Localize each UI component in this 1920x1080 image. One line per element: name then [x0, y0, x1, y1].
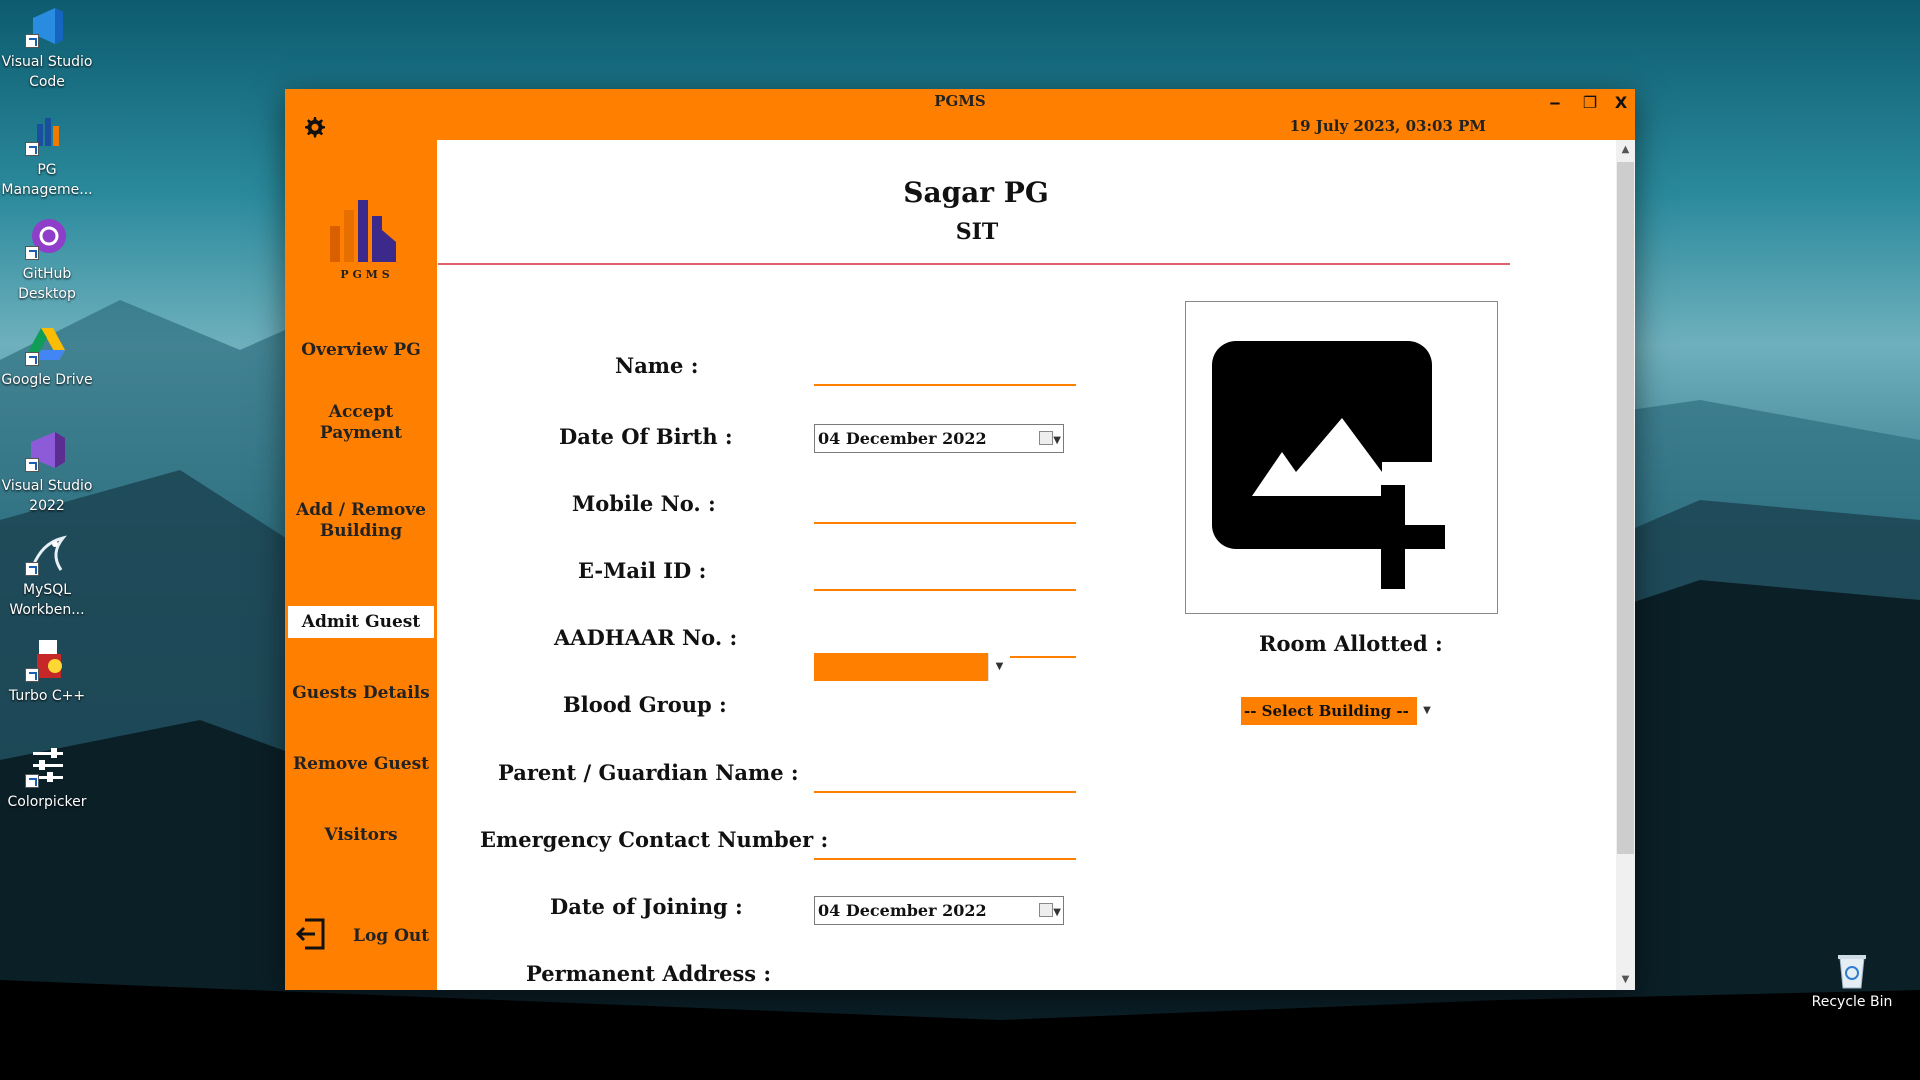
- sidebar-item-remove-guest[interactable]: Remove Guest: [288, 754, 434, 775]
- parent-guardian-label: Parent / Guardian Name :: [498, 760, 799, 785]
- scroll-up-icon[interactable]: ▲: [1616, 140, 1635, 160]
- mobile-input[interactable]: [814, 522, 1076, 524]
- name-input[interactable]: [814, 384, 1076, 386]
- recycle-bin-icon: [1838, 955, 1866, 989]
- desktop-icon-label: Turbo C++: [8, 688, 86, 704]
- sidebar: P G M S Overview PG Accept Payment Add /…: [285, 140, 437, 990]
- logout-icon: [295, 918, 325, 950]
- desktop-icon-colorpicker[interactable]: Colorpicker: [0, 744, 94, 812]
- room-allotted-label: Room Allotted :: [1259, 631, 1443, 656]
- desktop-icon-label: Google Drive: [1, 372, 93, 388]
- sidebar-item-admit-guest[interactable]: Admit Guest: [288, 606, 434, 638]
- desktop-icon-label: Visual Studio 2022: [1, 478, 93, 514]
- visual-studio-icon: [25, 428, 69, 472]
- svg-text:P G M S: P G M S: [340, 268, 389, 281]
- aadhaar-label: AADHAAR No. :: [554, 625, 738, 650]
- doj-value: 04 December 2022: [818, 901, 987, 920]
- logout-label: Log Out: [353, 926, 430, 946]
- sidebar-item-overview-pg[interactable]: Overview PG: [288, 340, 434, 361]
- dob-value: 04 December 2022: [818, 429, 987, 448]
- sidebar-item-add-remove-building[interactable]: Add / Remove Building: [288, 500, 434, 542]
- colorpicker-icon: [25, 744, 69, 788]
- sidebar-item-accept-payment[interactable]: Accept Payment: [288, 402, 434, 444]
- mysql-workbench-icon: [25, 532, 69, 576]
- name-label: Name :: [615, 353, 699, 378]
- scrollbar-thumb[interactable]: [1617, 162, 1634, 854]
- sidebar-item-guests-details[interactable]: Guests Details: [288, 683, 434, 704]
- pg-management-icon: [25, 112, 69, 156]
- permanent-address-label: Permanent Address :: [526, 961, 772, 986]
- chevron-down-icon: ▼: [1053, 435, 1061, 446]
- logout-button[interactable]: Log Out: [293, 917, 433, 957]
- vertical-scrollbar[interactable]: ▲ ▼: [1616, 140, 1635, 990]
- desktop-icon-vscode[interactable]: Visual Studio Code: [0, 4, 94, 92]
- google-drive-icon: [25, 322, 69, 366]
- gear-icon[interactable]: [302, 115, 326, 139]
- add-photo-icon: [1212, 341, 1502, 589]
- select-building-dropdown[interactable]: -- Select Building -- ▼: [1241, 697, 1437, 725]
- window-title: PGMS: [934, 92, 986, 110]
- doj-label: Date of Joining :: [550, 894, 743, 919]
- vscode-icon: [25, 4, 69, 48]
- desktop-icon-turbo-cpp[interactable]: Turbo C++: [0, 638, 94, 706]
- emergency-contact-label: Emergency Contact Number :: [480, 827, 829, 852]
- admit-guest-panel: Sagar PG SIT Name : Date Of Birth : 04 D…: [437, 140, 1635, 990]
- guest-photo-upload[interactable]: [1185, 301, 1502, 614]
- chevron-down-icon: ▼: [1053, 907, 1061, 918]
- pgms-logo: P G M S: [330, 200, 396, 281]
- desktop-icon-label: MySQL Workben...: [9, 582, 85, 618]
- close-button[interactable]: X: [1606, 91, 1636, 115]
- desktop-icon-visual-studio[interactable]: Visual Studio 2022: [0, 428, 94, 516]
- desktop-icon-mysql[interactable]: MySQL Workben...: [0, 532, 94, 620]
- chevron-down-icon: ▼: [988, 653, 1010, 681]
- minimize-button[interactable]: ‒: [1540, 91, 1570, 115]
- mobile-label: Mobile No. :: [572, 491, 716, 516]
- desktop-icon-recycle-bin[interactable]: Recycle Bin: [1807, 950, 1897, 1010]
- sidebar-item-visitors[interactable]: Visitors: [288, 825, 434, 846]
- desktop-icon-github[interactable]: GitHub Desktop: [0, 216, 94, 304]
- github-desktop-icon: [25, 216, 69, 260]
- title-bar[interactable]: PGMS 19 July 2023, 03:03 PM ‒ ❐ X: [285, 89, 1635, 140]
- scroll-down-icon[interactable]: ▼: [1616, 970, 1635, 990]
- pg-name: Sagar PG: [903, 176, 1049, 209]
- app-window: PGMS 19 July 2023, 03:03 PM ‒ ❐ X P G M …: [285, 89, 1635, 990]
- desktop-icon-label: PG Manageme...: [1, 162, 93, 198]
- parent-guardian-input[interactable]: [814, 791, 1076, 793]
- dob-datepicker[interactable]: 04 December 2022 ▼: [814, 424, 1064, 453]
- email-input[interactable]: [814, 589, 1076, 591]
- desktop-icon-google-drive[interactable]: Google Drive: [0, 322, 94, 390]
- desktop-icon-label: Visual Studio Code: [1, 54, 93, 90]
- blood-group-label: Blood Group :: [563, 692, 727, 717]
- calendar-icon: [1039, 903, 1053, 917]
- header-divider: [438, 263, 1510, 265]
- dob-label: Date Of Birth :: [559, 424, 733, 449]
- chevron-down-icon: ▼: [1417, 697, 1437, 725]
- calendar-icon: [1039, 431, 1053, 445]
- current-datetime: 19 July 2023, 03:03 PM: [1289, 117, 1486, 135]
- desktop-icon-label: Colorpicker: [7, 794, 87, 810]
- pg-location: SIT: [955, 219, 999, 245]
- blood-group-select[interactable]: ▼: [814, 653, 1010, 681]
- desktop-icon-pg-management[interactable]: PG Manageme...: [0, 112, 94, 200]
- emergency-contact-input[interactable]: [814, 858, 1076, 860]
- select-building-value: -- Select Building --: [1244, 702, 1409, 720]
- desktop-icon-label: GitHub Desktop: [18, 266, 76, 302]
- recycle-bin-label: Recycle Bin: [1811, 994, 1893, 1010]
- email-label: E-Mail ID :: [578, 558, 707, 583]
- maximize-button[interactable]: ❐: [1575, 91, 1605, 115]
- doj-datepicker[interactable]: 04 December 2022 ▼: [814, 896, 1064, 925]
- turbo-cpp-icon: [25, 638, 69, 682]
